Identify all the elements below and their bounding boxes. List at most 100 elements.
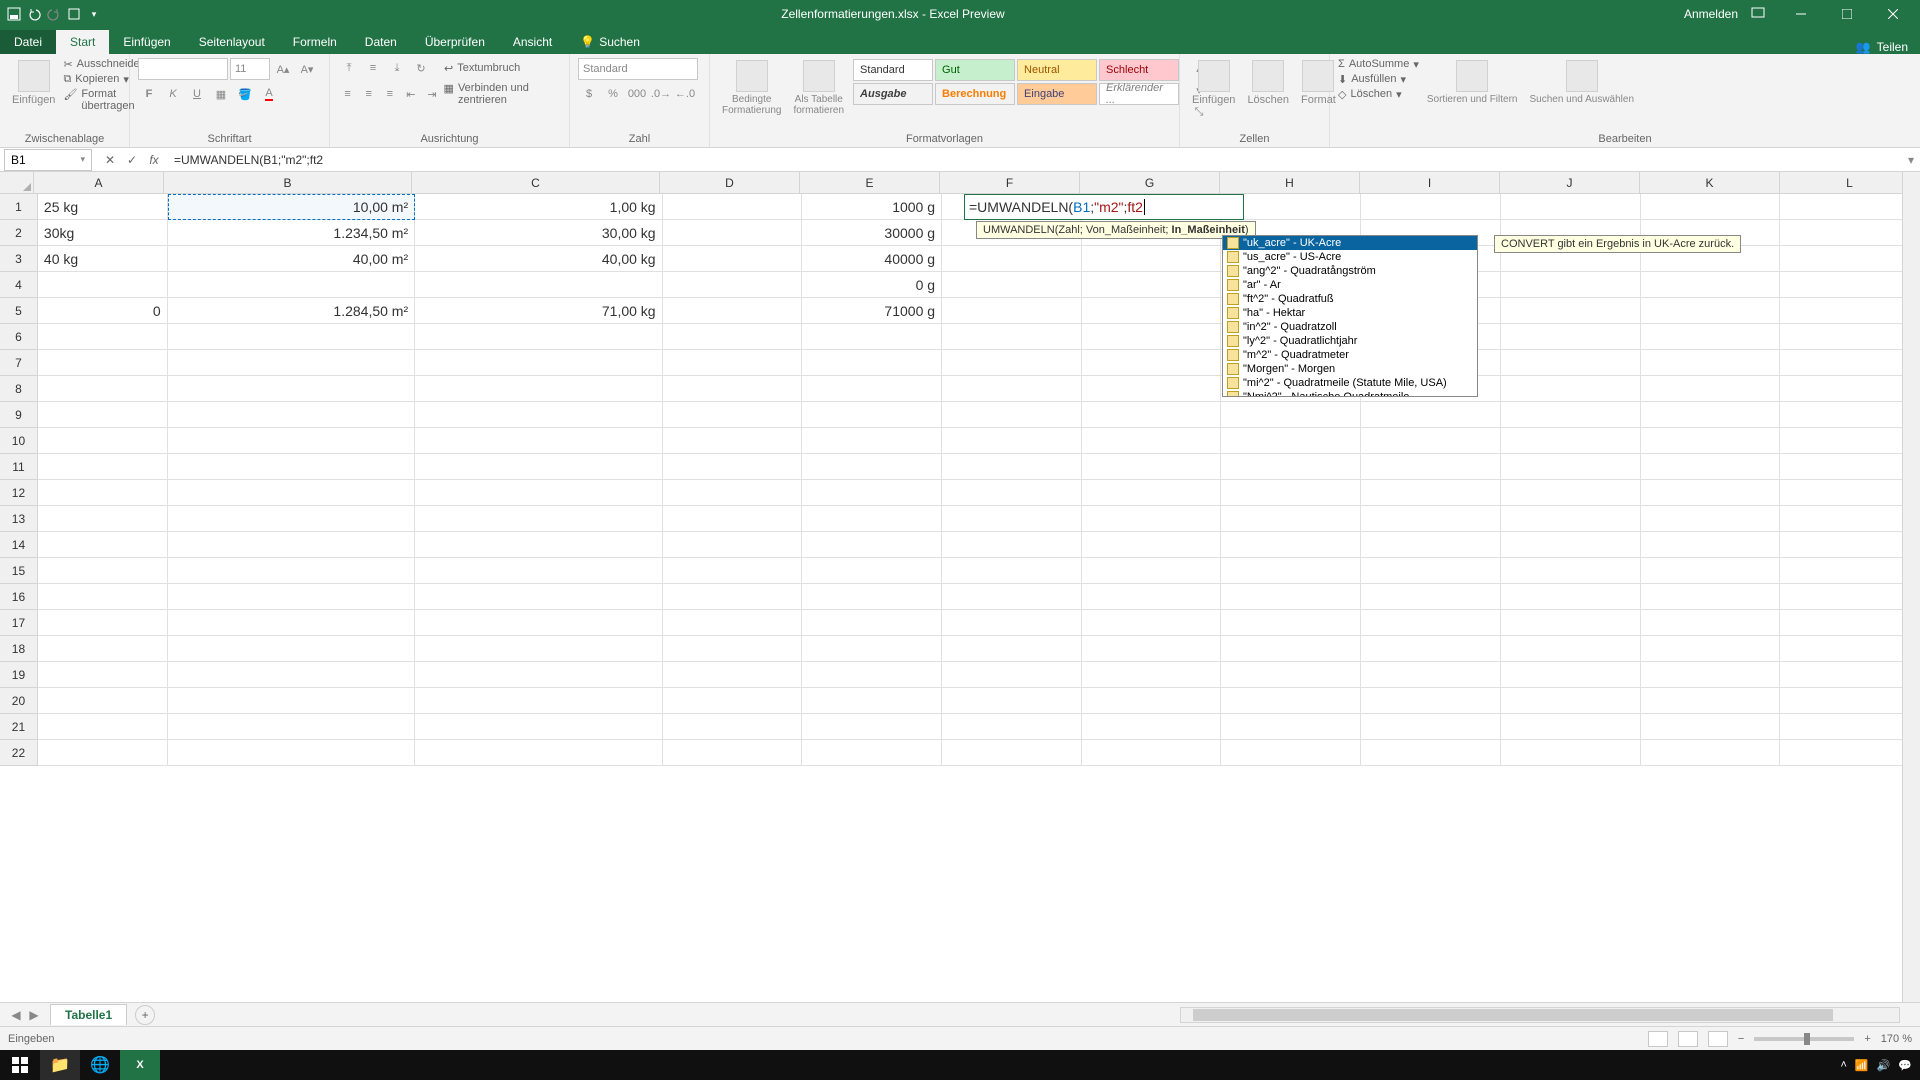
cell-L22[interactable] [1780, 740, 1920, 766]
cell-B5[interactable]: 1.284,50 m² [168, 298, 415, 324]
autocomplete-item[interactable]: "Nmi^2" - Nautische Quadratmeile [1223, 390, 1477, 396]
row-header[interactable]: 21 [0, 714, 38, 740]
cell-J18[interactable] [1501, 636, 1641, 662]
cell-D14[interactable] [663, 532, 803, 558]
cell-J17[interactable] [1501, 610, 1641, 636]
cell-K13[interactable] [1641, 506, 1781, 532]
align-right-button[interactable]: ≡ [380, 84, 399, 104]
sheet-tab-1[interactable]: Tabelle1 [50, 1004, 127, 1025]
cell-E19[interactable] [802, 662, 942, 688]
cell-K17[interactable] [1641, 610, 1781, 636]
cell-H17[interactable] [1221, 610, 1361, 636]
cell-L11[interactable] [1780, 454, 1920, 480]
cell-E18[interactable] [802, 636, 942, 662]
col-header-G[interactable]: G [1080, 172, 1220, 193]
cell-D13[interactable] [663, 506, 803, 532]
row-header[interactable]: 8 [0, 376, 38, 402]
percent-button[interactable]: % [602, 84, 624, 104]
cell-G19[interactable] [1082, 662, 1222, 688]
thousands-button[interactable]: 000 [626, 84, 648, 104]
cell-L1[interactable] [1780, 194, 1920, 220]
cell-C3[interactable]: 40,00 kg [415, 246, 662, 272]
cell-E10[interactable] [802, 428, 942, 454]
cell-H9[interactable] [1221, 402, 1361, 428]
minimize-button[interactable] [1778, 0, 1824, 28]
currency-button[interactable]: $ [578, 84, 600, 104]
autocomplete-item[interactable]: "m^2" - Quadratmeter [1223, 348, 1477, 362]
tray-network-icon[interactable]: 📶 [1855, 1059, 1869, 1072]
cell-A19[interactable] [38, 662, 168, 688]
cell-F5[interactable] [942, 298, 1082, 324]
align-bottom-button[interactable]: ⤓ [386, 58, 408, 78]
cell-A9[interactable] [38, 402, 168, 428]
cell-C5[interactable]: 71,00 kg [415, 298, 662, 324]
name-box[interactable]: B1▾ [4, 149, 92, 171]
cell-K22[interactable] [1641, 740, 1781, 766]
cell-K14[interactable] [1641, 532, 1781, 558]
cell-edit-overlay[interactable]: =UMWANDELN(B1;"m2";ft2 [964, 194, 1244, 220]
cell-C11[interactable] [415, 454, 662, 480]
cell-A20[interactable] [38, 688, 168, 714]
row-header[interactable]: 14 [0, 532, 38, 558]
cell-F22[interactable] [942, 740, 1082, 766]
cell-J14[interactable] [1501, 532, 1641, 558]
row-header[interactable]: 2 [0, 220, 38, 246]
cell-L21[interactable] [1780, 714, 1920, 740]
cell-B9[interactable] [168, 402, 415, 428]
tab-suchen[interactable]: 💡Suchen [566, 30, 654, 54]
cell-K6[interactable] [1641, 324, 1781, 350]
cell-J22[interactable] [1501, 740, 1641, 766]
clear-button[interactable]: ◇Löschen▾ [1338, 88, 1419, 101]
cell-G14[interactable] [1082, 532, 1222, 558]
cell-E3[interactable]: 40000 g [802, 246, 942, 272]
cell-D19[interactable] [663, 662, 803, 688]
cell-B17[interactable] [168, 610, 415, 636]
cancel-formula-button[interactable]: ✕ [100, 150, 120, 170]
cell-F14[interactable] [942, 532, 1082, 558]
cell-K10[interactable] [1641, 428, 1781, 454]
row-header[interactable]: 12 [0, 480, 38, 506]
cell-A8[interactable] [38, 376, 168, 402]
cell-F12[interactable] [942, 480, 1082, 506]
cell-D4[interactable] [663, 272, 803, 298]
cell-I10[interactable] [1361, 428, 1501, 454]
cell-B22[interactable] [168, 740, 415, 766]
col-header-J[interactable]: J [1500, 172, 1640, 193]
cell-F15[interactable] [942, 558, 1082, 584]
col-header-A[interactable]: A [34, 172, 164, 193]
cell-E21[interactable] [802, 714, 942, 740]
cell-D12[interactable] [663, 480, 803, 506]
cell-A2[interactable]: 30kg [38, 220, 168, 246]
cell-B2[interactable]: 1.234,50 m² [168, 220, 415, 246]
cell-G21[interactable] [1082, 714, 1222, 740]
align-middle-button[interactable]: ≡ [362, 58, 384, 78]
cell-E2[interactable]: 30000 g [802, 220, 942, 246]
font-size-combo[interactable]: 11 [230, 58, 270, 80]
cell-C15[interactable] [415, 558, 662, 584]
cell-L19[interactable] [1780, 662, 1920, 688]
row-header[interactable]: 5 [0, 298, 38, 324]
cell-J10[interactable] [1501, 428, 1641, 454]
cell-I11[interactable] [1361, 454, 1501, 480]
inc-decimal-button[interactable]: .0→ [650, 84, 672, 104]
cell-L14[interactable] [1780, 532, 1920, 558]
autocomplete-item[interactable]: "mi^2" - Quadratmeile (Statute Mile, USA… [1223, 376, 1477, 390]
cell-K19[interactable] [1641, 662, 1781, 688]
cond-format-button[interactable]: Bedingte Formatierung [718, 58, 785, 118]
col-header-I[interactable]: I [1360, 172, 1500, 193]
fill-color-button[interactable]: 🪣 [234, 84, 256, 104]
cell-L13[interactable] [1780, 506, 1920, 532]
style-eingabe[interactable]: Eingabe [1017, 83, 1097, 105]
cell-G12[interactable] [1082, 480, 1222, 506]
cell-L7[interactable] [1780, 350, 1920, 376]
enter-formula-button[interactable]: ✓ [122, 150, 142, 170]
indent-inc-button[interactable]: ⇥ [422, 84, 441, 104]
cell-B21[interactable] [168, 714, 415, 740]
cell-I22[interactable] [1361, 740, 1501, 766]
row-header[interactable]: 6 [0, 324, 38, 350]
view-pagebreak-button[interactable] [1708, 1031, 1728, 1047]
cell-F20[interactable] [942, 688, 1082, 714]
cell-I9[interactable] [1361, 402, 1501, 428]
cell-E22[interactable] [802, 740, 942, 766]
col-header-D[interactable]: D [660, 172, 800, 193]
